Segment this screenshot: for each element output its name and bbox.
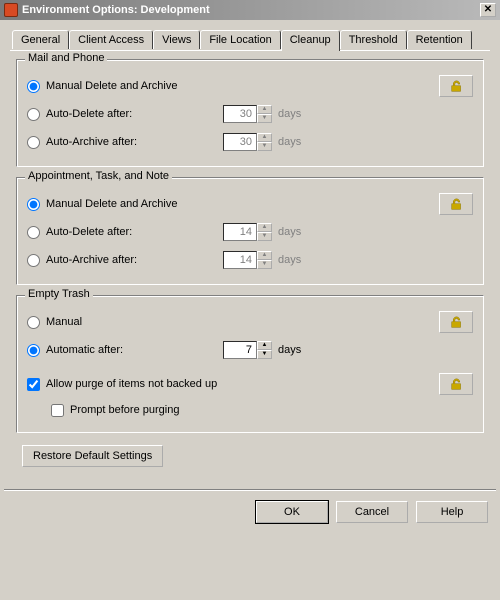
mail-auto-archive-label: Auto-Archive after:	[46, 136, 137, 148]
mail-auto-delete-label: Auto-Delete after:	[46, 108, 132, 120]
mail-auto-delete-value[interactable]	[223, 105, 257, 123]
mail-auto-delete-down[interactable]: ▼	[257, 114, 272, 123]
tab-cleanup[interactable]: Cleanup	[281, 30, 340, 51]
group-appt-legend: Appointment, Task, and Note	[25, 170, 172, 182]
trash-lock-button[interactable]	[439, 311, 473, 333]
trash-auto-label: Automatic after:	[46, 344, 123, 356]
allow-purge-checkbox[interactable]	[27, 378, 40, 391]
mail-manual-label: Manual Delete and Archive	[46, 80, 177, 92]
mail-auto-archive-unit: days	[278, 136, 301, 148]
trash-auto-down[interactable]: ▼	[257, 350, 272, 359]
cancel-button[interactable]: Cancel	[336, 501, 408, 523]
close-button[interactable]: ✕	[480, 3, 496, 17]
allow-purge-label: Allow purge of items not backed up	[46, 378, 217, 390]
mail-auto-archive-up[interactable]: ▲	[257, 133, 272, 142]
appt-auto-delete-value[interactable]	[223, 223, 257, 241]
tab-views[interactable]: Views	[153, 30, 200, 49]
lock-open-icon	[450, 316, 463, 329]
appt-auto-delete-up[interactable]: ▲	[257, 223, 272, 232]
tab-threshold[interactable]: Threshold	[340, 30, 407, 49]
tab-retention[interactable]: Retention	[407, 30, 472, 49]
lock-open-icon	[450, 378, 463, 391]
trash-manual-label: Manual	[46, 316, 82, 328]
group-mail-phone: Mail and Phone Manual Delete and Archive…	[16, 59, 484, 167]
trash-auto-value[interactable]	[223, 341, 257, 359]
appt-manual-label: Manual Delete and Archive	[46, 198, 177, 210]
group-mail-phone-legend: Mail and Phone	[25, 52, 107, 64]
appt-auto-delete-down[interactable]: ▼	[257, 232, 272, 241]
appt-auto-delete-unit: days	[278, 226, 301, 238]
appt-auto-archive-value[interactable]	[223, 251, 257, 269]
window-title: Environment Options: Development	[22, 4, 210, 16]
help-button[interactable]: Help	[416, 501, 488, 523]
lock-open-icon	[450, 80, 463, 93]
group-trash-legend: Empty Trash	[25, 288, 93, 300]
mail-lock-button[interactable]	[439, 75, 473, 97]
tab-file-location[interactable]: File Location	[200, 30, 280, 49]
group-trash: Empty Trash Manual Automatic after:	[16, 295, 484, 433]
appt-auto-delete-label: Auto-Delete after:	[46, 226, 132, 238]
restore-defaults-button[interactable]: Restore Default Settings	[22, 445, 163, 467]
appt-auto-archive-down[interactable]: ▼	[257, 260, 272, 269]
purge-lock-button[interactable]	[439, 373, 473, 395]
title-bar: Environment Options: Development ✕	[0, 0, 500, 20]
tab-general[interactable]: General	[12, 30, 69, 49]
mail-manual-radio[interactable]	[27, 80, 40, 93]
appt-auto-archive-unit: days	[278, 254, 301, 266]
tab-strip: General Client Access Views File Locatio…	[10, 30, 490, 49]
prompt-before-label: Prompt before purging	[70, 404, 179, 416]
trash-auto-radio[interactable]	[27, 344, 40, 357]
mail-auto-delete-unit: days	[278, 108, 301, 120]
appt-auto-delete-radio[interactable]	[27, 226, 40, 239]
separator	[4, 489, 496, 491]
mail-auto-delete-up[interactable]: ▲	[257, 105, 272, 114]
lock-open-icon	[450, 198, 463, 211]
appt-lock-button[interactable]	[439, 193, 473, 215]
appt-auto-archive-label: Auto-Archive after:	[46, 254, 137, 266]
mail-auto-delete-radio[interactable]	[27, 108, 40, 121]
appt-manual-radio[interactable]	[27, 198, 40, 211]
appt-auto-archive-radio[interactable]	[27, 254, 40, 267]
app-icon	[4, 3, 18, 17]
group-appt: Appointment, Task, and Note Manual Delet…	[16, 177, 484, 285]
ok-button[interactable]: OK	[256, 501, 328, 523]
tab-client-access[interactable]: Client Access	[69, 30, 153, 49]
mail-auto-archive-radio[interactable]	[27, 136, 40, 149]
trash-auto-unit: days	[278, 344, 301, 356]
mail-auto-archive-value[interactable]	[223, 133, 257, 151]
mail-auto-archive-down[interactable]: ▼	[257, 142, 272, 151]
prompt-before-checkbox[interactable]	[51, 404, 64, 417]
trash-manual-radio[interactable]	[27, 316, 40, 329]
trash-auto-up[interactable]: ▲	[257, 341, 272, 350]
appt-auto-archive-up[interactable]: ▲	[257, 251, 272, 260]
dialog-buttons: OK Cancel Help	[0, 493, 500, 533]
